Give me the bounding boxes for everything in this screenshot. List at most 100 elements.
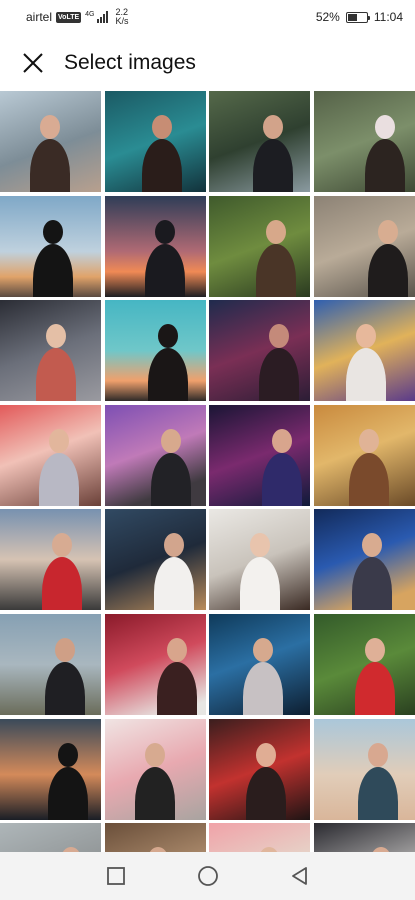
image-thumbnail[interactable] (0, 823, 101, 852)
photo-subject-face (269, 324, 290, 349)
photo-subject-face (144, 742, 165, 767)
image-thumbnail[interactable] (104, 509, 206, 611)
image-thumbnail[interactable] (313, 404, 415, 506)
image-thumbnail[interactable] (104, 718, 206, 820)
image-thumbnail[interactable] (0, 718, 101, 820)
carrier-name: airtel (26, 10, 53, 24)
navigation-bar (0, 852, 415, 900)
photo-subject (153, 557, 194, 611)
photo-subject (134, 766, 175, 820)
photo-subject (33, 243, 73, 297)
circle-icon (197, 866, 218, 886)
photo-subject-face (355, 324, 376, 349)
image-thumbnail[interactable] (209, 195, 311, 297)
image-thumbnail[interactable] (313, 718, 415, 820)
recents-button[interactable] (102, 862, 130, 890)
image-thumbnail[interactable] (0, 509, 101, 611)
photo-subject-face (374, 115, 395, 139)
image-thumbnail[interactable] (313, 91, 415, 192)
photo-subject (262, 452, 303, 506)
image-thumbnail[interactable] (209, 91, 311, 192)
photo-subject (147, 348, 188, 402)
battery-percent: 52% (315, 10, 340, 24)
triangle-back-icon (291, 867, 307, 885)
photo-subject-face (358, 428, 379, 453)
network-type: 4G (85, 11, 95, 18)
image-thumbnail[interactable] (104, 195, 206, 297)
image-thumbnail[interactable] (313, 195, 415, 297)
image-thumbnail[interactable] (209, 509, 311, 611)
image-thumbnail[interactable] (0, 195, 101, 297)
image-thumbnail[interactable] (104, 613, 206, 715)
photo-subject-face (40, 115, 60, 139)
photo-subject-face (253, 637, 274, 662)
back-button[interactable] (286, 862, 314, 890)
photo-subject (259, 348, 300, 402)
signal-strength-icon: 4G (85, 11, 108, 23)
photo-subject (351, 557, 392, 611)
close-button[interactable] (16, 46, 50, 80)
photo-subject-face (256, 742, 277, 767)
image-thumbnail[interactable] (209, 404, 311, 506)
photo-subject (45, 661, 85, 715)
status-right: 52% 11:04 (316, 10, 403, 24)
image-thumbnail[interactable] (104, 823, 206, 852)
photo-subject (345, 348, 386, 402)
photo-subject (144, 243, 185, 297)
photo-subject (150, 452, 191, 506)
photo-subject-face (43, 219, 63, 244)
photo-subject-face (250, 533, 271, 558)
photo-subject-face (154, 219, 175, 244)
image-thumbnail[interactable] (0, 300, 101, 402)
image-thumbnail[interactable] (313, 509, 415, 611)
photo-subject (42, 557, 82, 611)
battery-fill (347, 13, 358, 21)
photo-subject-face (364, 637, 385, 662)
photo-subject (240, 557, 281, 611)
image-thumbnail[interactable] (209, 613, 311, 715)
photo-subject-face (266, 219, 287, 244)
image-thumbnail[interactable] (0, 613, 101, 715)
photo-subject (348, 452, 389, 506)
app-header: Select images (0, 40, 415, 86)
photo-subject-face (46, 324, 66, 349)
image-thumbnail[interactable] (313, 300, 415, 402)
image-thumbnail[interactable] (209, 300, 311, 402)
photo-subject (39, 452, 79, 506)
battery-icon (345, 11, 370, 23)
photo-subject-face (166, 637, 187, 662)
volte-badge: VoLTE (56, 11, 82, 23)
home-button[interactable] (194, 862, 222, 890)
photo-subject (243, 661, 284, 715)
image-thumbnail[interactable] (0, 404, 101, 506)
photo-subject (36, 348, 76, 402)
image-thumbnail[interactable] (104, 91, 206, 192)
image-thumbnail[interactable] (0, 91, 101, 192)
photo-subject-face (49, 428, 69, 453)
photo-subject (357, 766, 398, 820)
speed-unit: K/s (115, 16, 129, 26)
photo-subject (48, 766, 88, 820)
photo-subject-face (272, 428, 293, 453)
image-thumbnail[interactable] (104, 404, 206, 506)
photo-subject-face (151, 115, 172, 139)
image-thumbnail[interactable] (209, 718, 311, 820)
photo-subject (253, 139, 294, 192)
photo-subject (367, 243, 408, 297)
photo-subject (156, 661, 197, 715)
image-thumbnail[interactable] (104, 300, 206, 402)
image-thumbnail[interactable] (313, 613, 415, 715)
network-speed: 2.2 K/s (116, 8, 129, 26)
photo-subject (30, 139, 70, 192)
photo-subject (246, 766, 287, 820)
square-icon (106, 867, 125, 885)
image-thumbnail[interactable] (209, 823, 311, 852)
photo-subject (354, 661, 395, 715)
photo-subject (256, 243, 297, 297)
photo-subject-face (58, 742, 78, 767)
image-thumbnail[interactable] (313, 823, 415, 852)
page-title: Select images (64, 51, 196, 74)
photo-subject-face (367, 742, 388, 767)
close-icon (23, 53, 43, 73)
photo-subject-face (263, 115, 284, 139)
